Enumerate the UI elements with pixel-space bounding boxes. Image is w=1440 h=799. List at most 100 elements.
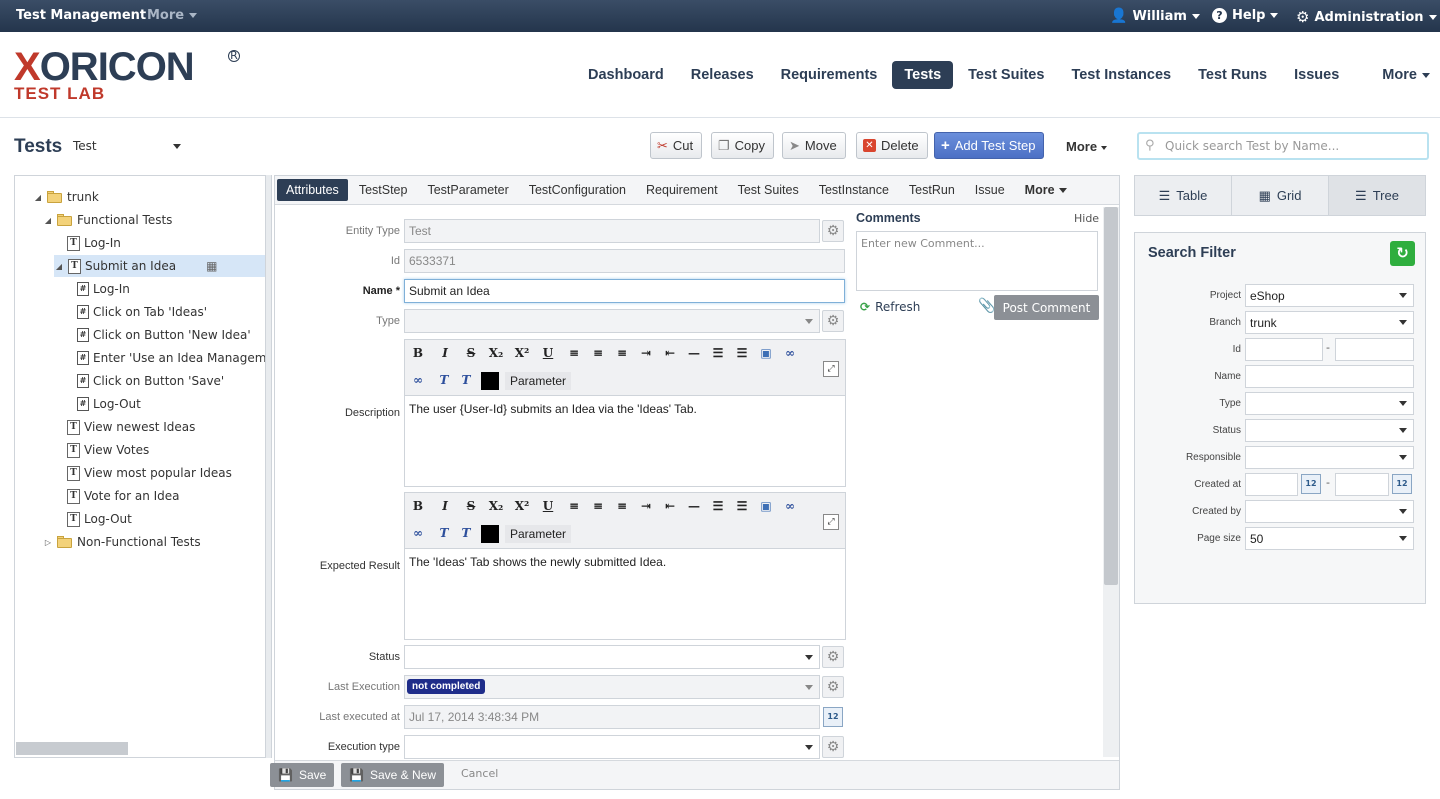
entity-type-select[interactable]: Test bbox=[73, 139, 185, 155]
nav-test-runs[interactable]: Test Runs bbox=[1186, 61, 1279, 89]
tab-test-suites[interactable]: Test Suites bbox=[729, 179, 808, 201]
image-icon[interactable]: ▣ bbox=[757, 499, 775, 513]
clear-format-icon[interactable]: T bbox=[435, 526, 453, 540]
text-color-swatch[interactable] bbox=[481, 525, 499, 543]
nav-dashboard[interactable]: Dashboard bbox=[576, 61, 676, 89]
clear-style-icon[interactable]: T bbox=[457, 373, 475, 387]
tree-test-step[interactable]: # Log-In bbox=[63, 278, 130, 300]
delete-button[interactable]: ✕ Delete bbox=[856, 132, 928, 159]
name-filter-input[interactable] bbox=[1245, 365, 1414, 388]
tree-test[interactable]: T Log-Out bbox=[53, 508, 132, 530]
tree-folder[interactable]: ▷ Non-Functional Tests bbox=[43, 531, 201, 553]
link-icon[interactable]: ∞ bbox=[781, 499, 799, 513]
strikethrough-icon[interactable]: S bbox=[462, 346, 480, 360]
outdent-icon[interactable]: ⇤ bbox=[661, 499, 679, 513]
indent-icon[interactable]: ⇥ bbox=[637, 346, 655, 360]
tree-folder[interactable]: ◢ trunk bbox=[33, 186, 99, 208]
nav-issues[interactable]: Issues bbox=[1282, 61, 1351, 89]
add-test-step-button[interactable]: + Add Test Step bbox=[934, 132, 1045, 159]
tree-test-step[interactable]: # Enter 'Use an Idea Managemen bbox=[63, 347, 265, 369]
bold-icon[interactable]: B bbox=[409, 499, 427, 513]
subscript-icon[interactable]: X₂ bbox=[487, 499, 505, 513]
calendar-icon[interactable]: 12 bbox=[1301, 474, 1321, 494]
image-icon[interactable]: ▣ bbox=[757, 346, 775, 360]
nav-test-instances[interactable]: Test Instances bbox=[1059, 61, 1183, 89]
refresh-icon[interactable]: ↻ bbox=[1390, 241, 1415, 266]
align-center-icon[interactable]: ≡ bbox=[589, 346, 607, 360]
unordered-list-icon[interactable]: ☰ bbox=[733, 499, 751, 513]
created-at-from-input[interactable] bbox=[1245, 473, 1298, 496]
maximize-icon[interactable]: ⤢ bbox=[823, 361, 839, 377]
tree-test-step[interactable]: # Log-Out bbox=[63, 393, 141, 415]
created-by-select[interactable] bbox=[1245, 500, 1414, 523]
view-grid-button[interactable]: ▦ Grid bbox=[1232, 176, 1329, 215]
type-filter-select[interactable] bbox=[1245, 392, 1414, 415]
tree-test[interactable]: T View most popular Ideas bbox=[53, 462, 232, 484]
text-color-swatch[interactable] bbox=[481, 372, 499, 390]
comments-hide-link[interactable]: Hide bbox=[1074, 212, 1099, 225]
tree-test-step[interactable]: # Click on Button 'Save' bbox=[63, 370, 224, 392]
insert-parameter-button[interactable]: Parameter bbox=[505, 372, 572, 390]
view-table-button[interactable]: ☰ Table bbox=[1135, 176, 1232, 215]
tab-testinstance[interactable]: TestInstance bbox=[810, 179, 898, 201]
superscript-icon[interactable]: X² bbox=[513, 499, 531, 513]
tab-testconfiguration[interactable]: TestConfiguration bbox=[520, 179, 635, 201]
align-right-icon[interactable]: ≡ bbox=[613, 346, 631, 360]
subscript-icon[interactable]: X₂ bbox=[487, 346, 505, 360]
tree-test[interactable]: T View Votes bbox=[53, 439, 149, 461]
nav-requirements[interactable]: Requirements bbox=[769, 61, 890, 89]
underline-icon[interactable]: U bbox=[539, 346, 557, 360]
expand-arrow-icon[interactable]: ◢ bbox=[43, 216, 53, 225]
view-tree-button[interactable]: ☰ Tree bbox=[1329, 176, 1425, 215]
nav-releases[interactable]: Releases bbox=[679, 61, 766, 89]
calendar-icon[interactable]: 12 bbox=[1392, 474, 1412, 494]
tab-issue[interactable]: Issue bbox=[966, 179, 1014, 201]
expand-arrow-icon[interactable]: ◢ bbox=[54, 262, 64, 271]
expand-arrow-icon[interactable]: ◢ bbox=[33, 193, 43, 202]
gear-icon[interactable]: ⚙ bbox=[822, 646, 844, 668]
save-button[interactable]: 💾 Save bbox=[270, 763, 335, 787]
description-editor[interactable]: B I S X₂ X² U ≡ ≡ ≡ ⇥ ⇤ — ☰ ☰ ▣ ∞ ∞ T T Parameter ⤢ The user… bbox=[404, 339, 846, 487]
outdent-icon[interactable]: ⇤ bbox=[661, 346, 679, 360]
toolbar-more-menu[interactable]: More bbox=[1066, 139, 1107, 154]
clear-format-icon[interactable]: T bbox=[435, 373, 453, 387]
logo[interactable]: XORICON TEST LAB R bbox=[14, 47, 240, 102]
nav-tests[interactable]: Tests bbox=[892, 61, 954, 89]
tree-splitter[interactable] bbox=[266, 175, 272, 758]
strikethrough-icon[interactable]: S bbox=[462, 499, 480, 513]
gear-icon[interactable]: ⚙ bbox=[822, 676, 844, 698]
tree-test-step[interactable]: # Click on Tab 'Ideas' bbox=[63, 301, 207, 323]
scrollbar-thumb[interactable] bbox=[1104, 207, 1118, 585]
expected-result-editor[interactable]: B I S X₂ X² U ≡ ≡ ≡ ⇥ ⇤ — ☰ ☰ ▣ ∞ ∞ T T Parameter ⤢ The 'Ide… bbox=[404, 492, 846, 640]
calendar-icon[interactable]: 12 bbox=[823, 707, 843, 727]
unordered-list-icon[interactable]: ☰ bbox=[733, 346, 751, 360]
help-menu[interactable]: ? Help bbox=[1212, 8, 1279, 23]
nav-test-suites[interactable]: Test Suites bbox=[956, 61, 1056, 89]
indent-icon[interactable]: ⇥ bbox=[637, 499, 655, 513]
gear-icon[interactable]: ⚙ bbox=[822, 310, 844, 332]
comment-textarea[interactable]: Enter new Comment... bbox=[856, 231, 1098, 291]
status-filter-select[interactable] bbox=[1245, 419, 1414, 442]
underline-icon[interactable]: U bbox=[539, 499, 557, 513]
responsible-filter-select[interactable] bbox=[1245, 446, 1414, 469]
move-button[interactable]: ➤ Move bbox=[782, 132, 846, 159]
execution-type-select[interactable] bbox=[404, 735, 820, 759]
ordered-list-icon[interactable]: ☰ bbox=[709, 346, 727, 360]
app-title[interactable]: Test Management bbox=[16, 8, 146, 23]
name-input[interactable]: Submit an Idea bbox=[404, 279, 845, 303]
quick-search-input[interactable]: ⚲ Quick search Test by Name... bbox=[1137, 132, 1429, 160]
italic-icon[interactable]: I bbox=[436, 499, 454, 513]
ordered-list-icon[interactable]: ☰ bbox=[709, 499, 727, 513]
tree-folder[interactable]: ◢ Functional Tests bbox=[43, 209, 173, 231]
id-from-input[interactable] bbox=[1245, 338, 1323, 361]
insert-parameter-button[interactable]: Parameter bbox=[505, 525, 572, 543]
bold-icon[interactable]: B bbox=[409, 346, 427, 360]
unlink-icon[interactable]: ∞ bbox=[409, 373, 427, 387]
tab-more[interactable]: More bbox=[1016, 179, 1076, 201]
branch-select[interactable]: trunk bbox=[1245, 311, 1414, 334]
project-select[interactable]: eShop bbox=[1245, 284, 1414, 307]
nav-more[interactable]: More bbox=[1370, 61, 1440, 89]
post-comment-button[interactable]: Post Comment bbox=[994, 295, 1099, 320]
tree-test[interactable]: ◢ T Submit an Idea ▦ bbox=[54, 255, 265, 277]
italic-icon[interactable]: I bbox=[436, 346, 454, 360]
